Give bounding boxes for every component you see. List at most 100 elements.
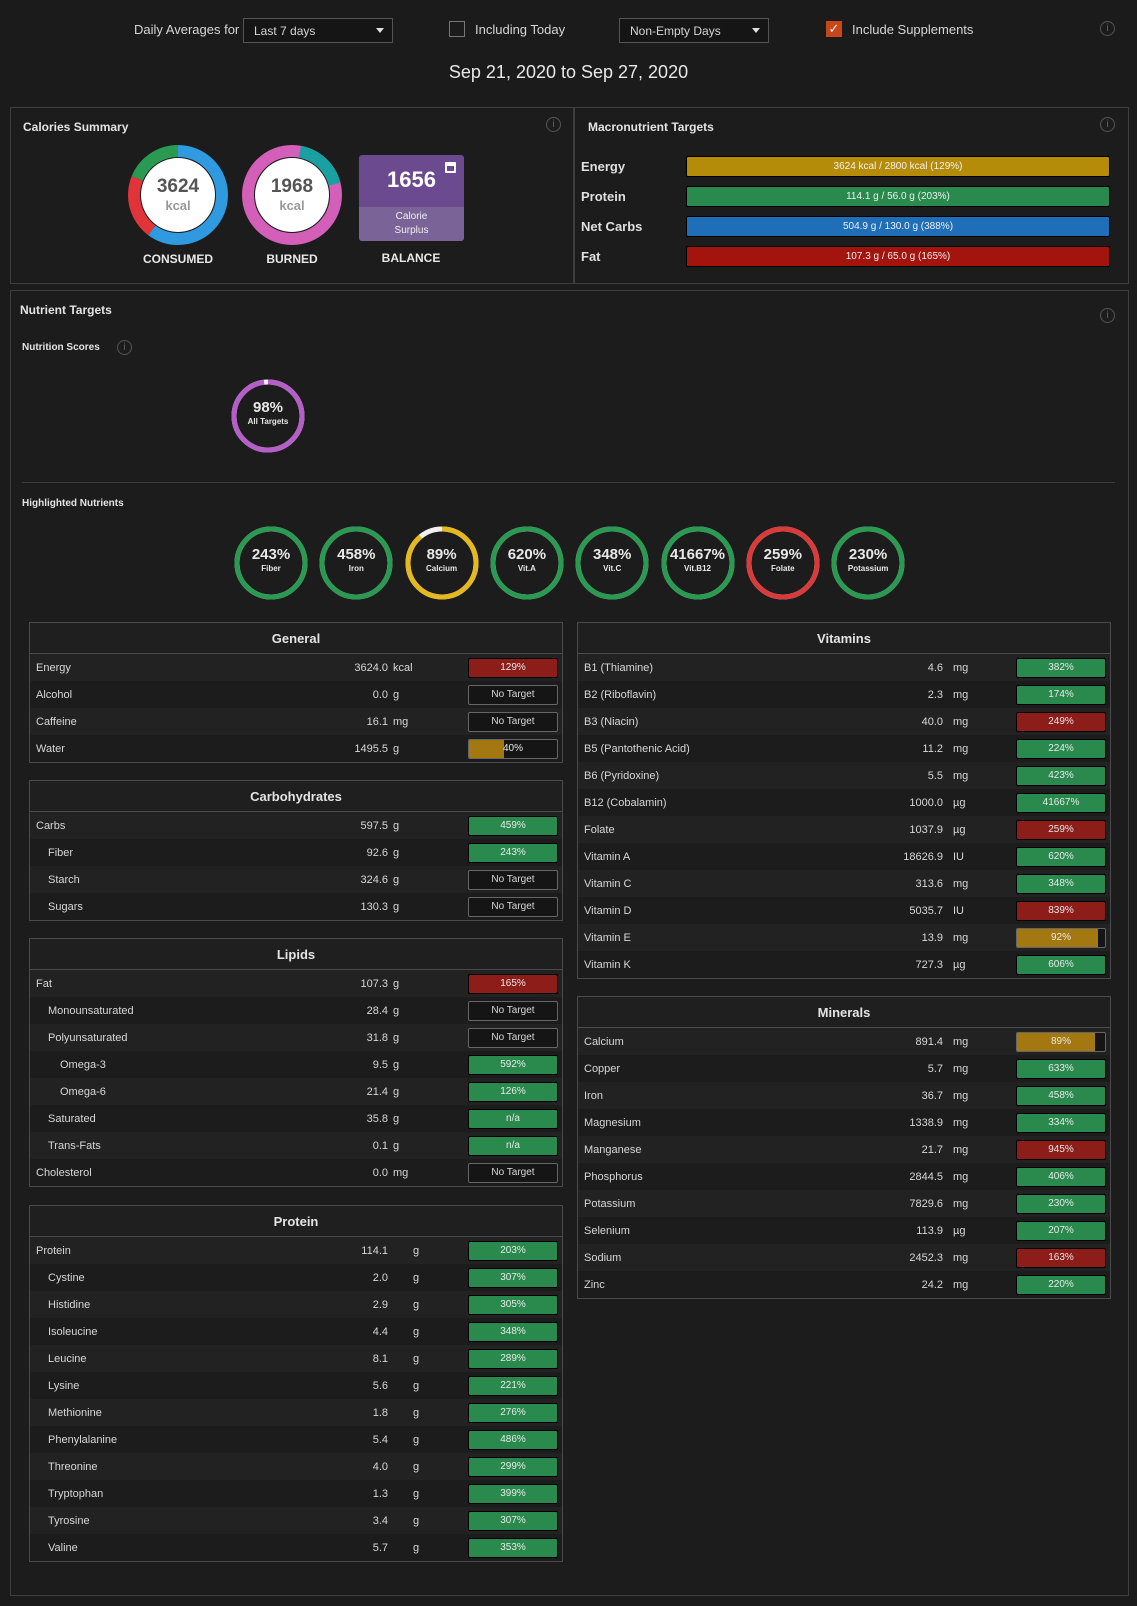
table-row[interactable]: Methionine 1.8 g 276% bbox=[30, 1399, 562, 1426]
table-row[interactable]: Fiber 92.6 g 243% bbox=[30, 839, 562, 866]
table-row[interactable]: Cholesterol 0.0 mg No Target bbox=[30, 1159, 562, 1186]
table-row[interactable]: Vitamin E 13.9 mg 92% bbox=[578, 924, 1110, 951]
target-bar[interactable]: 289% bbox=[468, 1349, 558, 1369]
table-row[interactable]: Tyrosine 3.4 g 307% bbox=[30, 1507, 562, 1534]
highlighted-nutrient-ring[interactable]: 41667% Vit.B12 bbox=[660, 525, 736, 601]
info-icon[interactable]: i bbox=[117, 340, 132, 355]
all-targets-score-ring[interactable]: 98% All Targets bbox=[230, 378, 306, 454]
table-row[interactable]: Tryptophan 1.3 g 399% bbox=[30, 1480, 562, 1507]
table-row[interactable]: Alcohol 0.0 g No Target bbox=[30, 681, 562, 708]
target-bar[interactable]: 399% bbox=[468, 1484, 558, 1504]
highlighted-nutrient-ring[interactable]: 259% Folate bbox=[745, 525, 821, 601]
target-bar[interactable]: 40% bbox=[468, 739, 558, 759]
days-filter-select[interactable]: Non-Empty Days bbox=[619, 18, 769, 43]
table-row[interactable]: Copper 5.7 mg 633% bbox=[578, 1055, 1110, 1082]
target-bar[interactable]: 839% bbox=[1016, 901, 1106, 921]
table-row[interactable]: Iron 36.7 mg 458% bbox=[578, 1082, 1110, 1109]
table-row[interactable]: Starch 324.6 g No Target bbox=[30, 866, 562, 893]
macro-target-bar[interactable]: 3624 kcal / 2800 kcal (129%) bbox=[686, 156, 1110, 177]
target-bar[interactable]: 165% bbox=[468, 974, 558, 994]
table-row[interactable]: Isoleucine 4.4 g 348% bbox=[30, 1318, 562, 1345]
table-row[interactable]: Vitamin K 727.3 µg 606% bbox=[578, 951, 1110, 978]
info-icon[interactable]: i bbox=[1100, 308, 1115, 323]
target-bar[interactable]: 126% bbox=[468, 1082, 558, 1102]
target-bar[interactable]: 606% bbox=[1016, 955, 1106, 975]
macro-target-bar[interactable]: 107.3 g / 65.0 g (165%) bbox=[686, 246, 1110, 267]
including-today-checkbox[interactable] bbox=[449, 21, 465, 37]
target-bar[interactable]: No Target bbox=[468, 712, 558, 732]
table-row[interactable]: Monounsaturated 28.4 g No Target bbox=[30, 997, 562, 1024]
target-bar[interactable]: 299% bbox=[468, 1457, 558, 1477]
table-row[interactable]: Protein 114.1 g 203% bbox=[30, 1237, 562, 1264]
target-bar[interactable]: 41667% bbox=[1016, 793, 1106, 813]
info-icon[interactable]: i bbox=[1100, 21, 1115, 36]
table-row[interactable]: B12 (Cobalamin) 1000.0 µg 41667% bbox=[578, 789, 1110, 816]
table-row[interactable]: B3 (Niacin) 40.0 mg 249% bbox=[578, 708, 1110, 735]
table-row[interactable]: Fat 107.3 g 165% bbox=[30, 970, 562, 997]
table-row[interactable]: Magnesium 1338.9 mg 334% bbox=[578, 1109, 1110, 1136]
table-row[interactable]: Calcium 891.4 mg 89% bbox=[578, 1028, 1110, 1055]
table-row[interactable]: Lysine 5.6 g 221% bbox=[30, 1372, 562, 1399]
highlighted-nutrient-ring[interactable]: 348% Vit.C bbox=[574, 525, 650, 601]
balance-box[interactable]: 1656 Calorie Surplus bbox=[359, 155, 464, 241]
table-row[interactable]: Histidine 2.9 g 305% bbox=[30, 1291, 562, 1318]
target-bar[interactable]: 249% bbox=[1016, 712, 1106, 732]
target-bar[interactable]: 423% bbox=[1016, 766, 1106, 786]
target-bar[interactable]: No Target bbox=[468, 1001, 558, 1021]
highlighted-nutrient-ring[interactable]: 243% Fiber bbox=[233, 525, 309, 601]
table-row[interactable]: Omega-6 21.4 g 126% bbox=[30, 1078, 562, 1105]
target-bar[interactable]: 203% bbox=[468, 1241, 558, 1261]
table-row[interactable]: Sodium 2452.3 mg 163% bbox=[578, 1244, 1110, 1271]
table-row[interactable]: Carbs 597.5 g 459% bbox=[30, 812, 562, 839]
table-row[interactable]: Threonine 4.0 g 299% bbox=[30, 1453, 562, 1480]
target-bar[interactable]: n/a bbox=[468, 1109, 558, 1129]
target-bar[interactable]: 163% bbox=[1016, 1248, 1106, 1268]
highlighted-nutrient-ring[interactable]: 620% Vit.A bbox=[489, 525, 565, 601]
target-bar[interactable]: 174% bbox=[1016, 685, 1106, 705]
target-bar[interactable]: 382% bbox=[1016, 658, 1106, 678]
table-row[interactable]: Polyunsaturated 31.8 g No Target bbox=[30, 1024, 562, 1051]
table-row[interactable]: Vitamin C 313.6 mg 348% bbox=[578, 870, 1110, 897]
target-bar[interactable]: 307% bbox=[468, 1268, 558, 1288]
target-bar[interactable]: 633% bbox=[1016, 1059, 1106, 1079]
target-bar[interactable]: 334% bbox=[1016, 1113, 1106, 1133]
target-bar[interactable]: 224% bbox=[1016, 739, 1106, 759]
target-bar[interactable]: 259% bbox=[1016, 820, 1106, 840]
target-bar[interactable]: 207% bbox=[1016, 1221, 1106, 1241]
macro-target-bar[interactable]: 114.1 g / 56.0 g (203%) bbox=[686, 186, 1110, 207]
target-bar[interactable]: 92% bbox=[1016, 928, 1106, 948]
target-bar[interactable]: No Target bbox=[468, 870, 558, 890]
highlighted-nutrient-ring[interactable]: 89% Calcium bbox=[404, 525, 480, 601]
table-row[interactable]: Sugars 130.3 g No Target bbox=[30, 893, 562, 920]
target-bar[interactable]: No Target bbox=[468, 1028, 558, 1048]
table-row[interactable]: Water 1495.5 g 40% bbox=[30, 735, 562, 762]
include-supplements-checkbox[interactable]: ✓ bbox=[826, 21, 842, 37]
table-row[interactable]: B1 (Thiamine) 4.6 mg 382% bbox=[578, 654, 1110, 681]
table-row[interactable]: Potassium 7829.6 mg 230% bbox=[578, 1190, 1110, 1217]
target-bar[interactable]: 129% bbox=[468, 658, 558, 678]
table-row[interactable]: Cystine 2.0 g 307% bbox=[30, 1264, 562, 1291]
target-bar[interactable]: 221% bbox=[468, 1376, 558, 1396]
table-row[interactable]: Folate 1037.9 µg 259% bbox=[578, 816, 1110, 843]
target-bar[interactable]: 220% bbox=[1016, 1275, 1106, 1295]
table-row[interactable]: B6 (Pyridoxine) 5.5 mg 423% bbox=[578, 762, 1110, 789]
highlighted-nutrient-ring[interactable]: 458% Iron bbox=[318, 525, 394, 601]
target-bar[interactable]: 348% bbox=[468, 1322, 558, 1342]
target-bar[interactable]: 307% bbox=[468, 1511, 558, 1531]
info-icon[interactable]: i bbox=[546, 117, 561, 132]
target-bar[interactable]: 592% bbox=[468, 1055, 558, 1075]
table-row[interactable]: Caffeine 16.1 mg No Target bbox=[30, 708, 562, 735]
table-row[interactable]: Leucine 8.1 g 289% bbox=[30, 1345, 562, 1372]
target-bar[interactable]: 945% bbox=[1016, 1140, 1106, 1160]
target-bar[interactable]: No Target bbox=[468, 1163, 558, 1183]
target-bar[interactable]: 353% bbox=[468, 1538, 558, 1558]
table-row[interactable]: Phosphorus 2844.5 mg 406% bbox=[578, 1163, 1110, 1190]
table-row[interactable]: Manganese 21.7 mg 945% bbox=[578, 1136, 1110, 1163]
target-bar[interactable]: 459% bbox=[468, 816, 558, 836]
target-bar[interactable]: 276% bbox=[468, 1403, 558, 1423]
table-row[interactable]: Valine 5.7 g 353% bbox=[30, 1534, 562, 1561]
table-row[interactable]: Zinc 24.2 mg 220% bbox=[578, 1271, 1110, 1298]
target-bar[interactable]: 89% bbox=[1016, 1032, 1106, 1052]
table-row[interactable]: Vitamin D 5035.7 IU 839% bbox=[578, 897, 1110, 924]
target-bar[interactable]: No Target bbox=[468, 685, 558, 705]
